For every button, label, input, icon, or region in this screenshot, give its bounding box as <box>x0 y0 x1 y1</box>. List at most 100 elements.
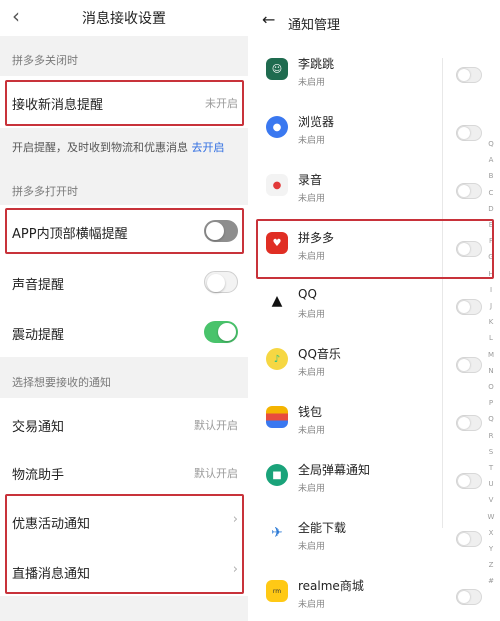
qq-music-icon: ♪ <box>266 348 288 370</box>
app-name: 录音 <box>298 173 323 187</box>
toggle-knob <box>218 323 236 341</box>
message-settings-panel: ‹ 消息接收设置 拼多多关闭时 接收新消息提醒 未开启 开启提醒，及时收到物流和… <box>0 0 248 621</box>
alphabet-letter[interactable]: I <box>486 286 496 294</box>
enable-link[interactable]: 去开启 <box>192 141 225 154</box>
app-status: 未启用 <box>298 484 326 494</box>
vibrate-toggle[interactable] <box>204 321 238 343</box>
alphabet-letter[interactable]: Z <box>486 561 496 569</box>
app-status: 未启用 <box>298 600 326 610</box>
sound-toggle[interactable] <box>204 271 238 293</box>
app-row[interactable]: 钱包 未启用 <box>250 393 500 451</box>
row-sound: 声音提醒 <box>0 257 248 307</box>
app-row[interactable]: rm realme商城 未启用 <box>250 567 500 621</box>
toggle-knob <box>458 533 470 545</box>
app-toggle[interactable] <box>456 67 482 83</box>
description-text: 开启提醒，及时收到物流和优惠消息 <box>12 141 192 154</box>
toggle-knob <box>458 69 470 81</box>
row-trade-value: 默认开启 <box>194 419 238 432</box>
app-row[interactable]: ✈ 全能下载 未启用 <box>250 509 500 567</box>
row-trade[interactable]: 交易通知 默认开启 <box>0 398 248 450</box>
recorder-icon: ● <box>266 174 288 196</box>
alphabet-letter[interactable]: B <box>486 172 496 180</box>
highlight-banner <box>5 208 244 254</box>
toggle-knob <box>458 301 470 313</box>
realme-store-icon: rm <box>266 580 288 602</box>
page-title: 消息接收设置 <box>82 11 166 27</box>
row-trade-label: 交易通知 <box>12 420 65 435</box>
alphabet-letter[interactable]: U <box>486 480 496 488</box>
app-row[interactable]: ● 录音 未启用 <box>250 161 500 219</box>
highlight-new-message <box>5 80 244 126</box>
app-name: QQ音乐 <box>298 347 341 361</box>
highlight-pinduoduo <box>256 219 494 279</box>
app-status: 未启用 <box>298 426 326 436</box>
section-label-choose: 选择想要接收的通知 <box>12 376 111 389</box>
app-name: QQ <box>298 287 317 301</box>
app-status: 未启用 <box>298 136 326 146</box>
app-row[interactable]: ■ 全局弹幕通知 未启用 <box>250 451 500 509</box>
bullet-chat-icon: ■ <box>266 464 288 486</box>
browser-icon: ● <box>266 116 288 138</box>
qq-penguin-icon: ▲ <box>266 290 288 312</box>
alphabet-letter[interactable]: L <box>486 334 496 342</box>
alphabet-letter[interactable]: Q <box>486 140 496 148</box>
lee-app-icon: ☺ <box>266 58 288 80</box>
alphabet-letter[interactable]: D <box>486 205 496 213</box>
app-toggle[interactable] <box>456 183 482 199</box>
app-name: 李跳跳 <box>298 57 335 71</box>
alphabet-letter[interactable]: V <box>486 496 496 504</box>
alphabet-letter[interactable]: A <box>486 156 496 164</box>
app-name: 浏览器 <box>298 115 335 129</box>
toggle-knob <box>458 417 470 429</box>
alphabet-letter[interactable]: Q <box>486 415 496 423</box>
app-toggle[interactable] <box>456 589 482 605</box>
row-logistics[interactable]: 物流助手 默认开启 <box>0 450 248 496</box>
row-logistics-value: 默认开启 <box>194 467 238 480</box>
alphabet-letter[interactable]: Y <box>486 545 496 553</box>
alphabet-letter[interactable]: J <box>486 302 496 310</box>
alphabet-letter[interactable]: X <box>486 529 496 537</box>
app-name: 全局弹幕通知 <box>298 463 371 477</box>
right-header: ← 通知管理 <box>250 0 500 40</box>
app-status: 未启用 <box>298 194 326 204</box>
app-name: 钱包 <box>298 405 323 419</box>
alphabet-letter[interactable]: K <box>486 318 496 326</box>
section-label-closed: 拼多多关闭时 <box>12 54 78 67</box>
alphabet-letter[interactable]: P <box>486 399 496 407</box>
alphabet-letter[interactable]: C <box>486 189 496 197</box>
wallet-icon <box>266 406 288 428</box>
app-row[interactable]: ☺ 李跳跳 未启用 <box>250 45 500 103</box>
app-row[interactable]: ● 浏览器 未启用 <box>250 103 500 161</box>
new-message-description: 开启提醒，及时收到物流和优惠消息 去开启 <box>12 139 225 155</box>
app-row[interactable]: ▲ QQ 未启用 <box>250 277 500 335</box>
toggle-knob <box>458 359 470 371</box>
alphabet-letter[interactable]: M <box>486 351 496 359</box>
row-vibrate: 震动提醒 <box>0 307 248 357</box>
app-toggle[interactable] <box>456 473 482 489</box>
alphabet-letter[interactable]: O <box>486 383 496 391</box>
download-icon: ✈ <box>266 522 288 544</box>
alphabet-letter[interactable]: W <box>486 513 496 521</box>
app-status: 未启用 <box>298 78 326 88</box>
row-sound-label: 声音提醒 <box>12 278 65 293</box>
arrow-left-icon[interactable]: ← <box>262 10 275 29</box>
row-vibrate-label: 震动提醒 <box>12 328 65 343</box>
highlight-promo-live <box>5 494 244 594</box>
left-header: ‹ 消息接收设置 <box>0 0 248 36</box>
toggle-knob <box>458 127 470 139</box>
app-toggle[interactable] <box>456 531 482 547</box>
app-status: 未启用 <box>298 368 326 378</box>
alphabet-letter[interactable]: R <box>486 432 496 440</box>
alphabet-letter[interactable]: T <box>486 464 496 472</box>
notification-manager-panel: ← 通知管理 ☺ 李跳跳 未启用 ● 浏览器 未启用 ● 录音 未启用 ♥ 拼多… <box>250 0 500 621</box>
alphabet-letter[interactable]: N <box>486 367 496 375</box>
app-toggle[interactable] <box>456 415 482 431</box>
app-toggle[interactable] <box>456 357 482 373</box>
app-toggle[interactable] <box>456 299 482 315</box>
app-name: realme商城 <box>298 579 364 593</box>
app-row[interactable]: ♪ QQ音乐 未启用 <box>250 335 500 393</box>
app-toggle[interactable] <box>456 125 482 141</box>
notification-manager-title: 通知管理 <box>288 18 341 33</box>
alphabet-letter[interactable]: # <box>486 577 496 585</box>
alphabet-letter[interactable]: S <box>486 448 496 456</box>
